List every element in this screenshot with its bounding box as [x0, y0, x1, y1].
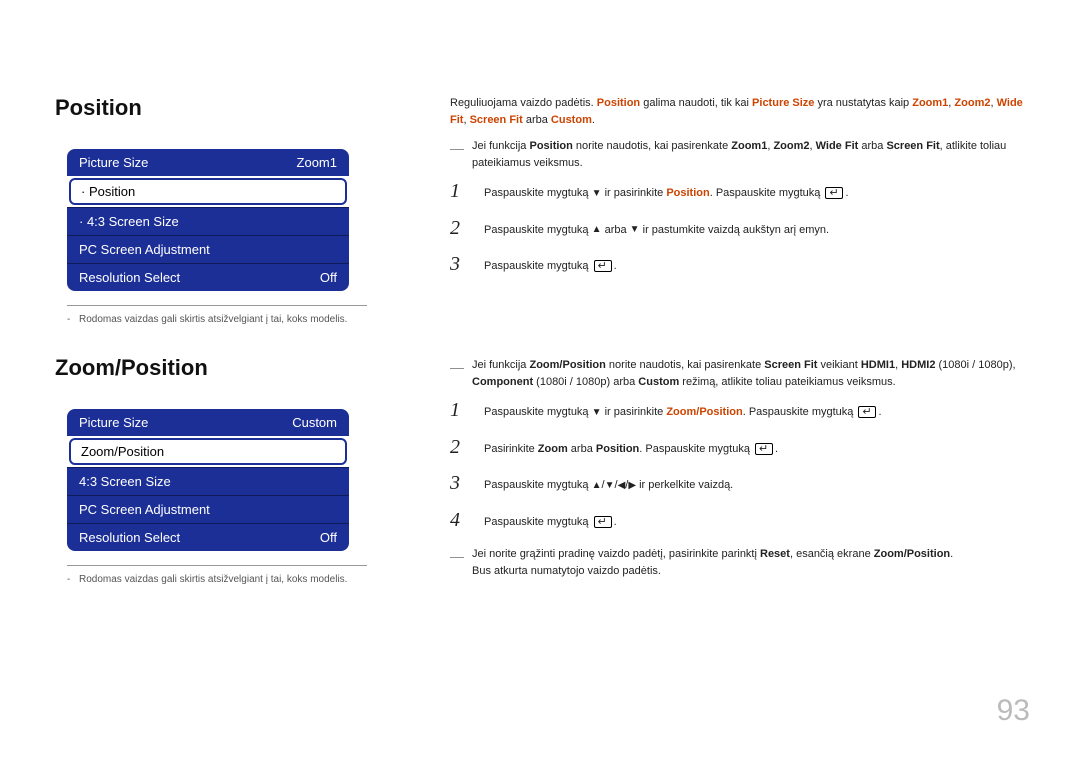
enter-icon: [858, 406, 876, 418]
footnote-zoom-position: -Rodomas vaizdas gali skirtis atsižvelgi…: [67, 565, 367, 585]
page-number: 93: [997, 694, 1030, 728]
step-2: 2 Pasirinkite Zoom arba Position. Paspau…: [450, 437, 1030, 458]
menu-value: Zoom1: [297, 155, 337, 170]
heading-position: Position: [55, 95, 405, 121]
menu-zoom-position: Picture Size Custom Zoom/Position 4:3 Sc…: [67, 409, 349, 551]
step-2: 2 Paspauskite mygtuką ▲ arba ▼ ir pastum…: [450, 218, 1030, 239]
menu-row-picture-size[interactable]: Picture Size Zoom1: [67, 149, 349, 176]
menu-label: Zoom/Position: [81, 444, 164, 459]
triangle-down-icon: ▼: [592, 186, 602, 201]
menu-row-pc-adjust[interactable]: PC Screen Adjustment: [67, 235, 349, 263]
menu-value: Custom: [292, 415, 337, 430]
menu-row-resolution-select[interactable]: Resolution Select Off: [67, 263, 349, 291]
enter-icon: [755, 443, 773, 455]
menu-row-screen-size[interactable]: · 4:3 Screen Size: [67, 207, 349, 235]
tip-zoom-position-1: Jei funkcija Zoom/Position norite naudot…: [450, 357, 1030, 390]
menu-label: Picture Size: [79, 155, 148, 170]
triangle-down-icon: ▼: [605, 478, 615, 493]
menu-value: Off: [320, 270, 337, 285]
step-1: 1 Paspauskite mygtuką ▼ ir pasirinkite Z…: [450, 400, 1030, 421]
step-3: 3 Paspauskite mygtuką .: [450, 254, 1030, 275]
menu-value: Off: [320, 530, 337, 545]
enter-icon: [594, 516, 612, 528]
menu-label: 4:3 Screen Size: [79, 474, 171, 489]
enter-icon: [825, 187, 843, 199]
triangle-up-icon: ▲: [592, 222, 602, 237]
menu-label: Picture Size: [79, 415, 148, 430]
tip-position: Jei funkcija Position norite naudotis, k…: [450, 138, 1030, 171]
triangle-up-icon: ▲: [592, 478, 602, 493]
tip-zoom-position-2: Jei norite grąžinti pradinę vaizdo padėt…: [450, 546, 1030, 579]
menu-row-picture-size[interactable]: Picture Size Custom: [67, 409, 349, 436]
triangle-left-icon: ◀: [618, 478, 626, 493]
steps-position: 1 Paspauskite mygtuką ▼ ir pasirinkite P…: [450, 181, 1030, 275]
menu-row-screen-size[interactable]: 4:3 Screen Size: [67, 467, 349, 495]
triangle-right-icon: ▶: [628, 478, 636, 493]
menu-label: · Position: [81, 184, 135, 199]
menu-row-position-selected[interactable]: · Position: [69, 178, 347, 205]
step-3: 3 Paspauskite mygtuką ▲/▼/◀/▶ ir perkelk…: [450, 473, 1030, 494]
enter-icon: [594, 260, 612, 272]
step-4: 4 Paspauskite mygtuką .: [450, 510, 1030, 531]
menu-label: Resolution Select: [79, 270, 180, 285]
menu-label: PC Screen Adjustment: [79, 242, 210, 257]
menu-row-pc-adjust[interactable]: PC Screen Adjustment: [67, 495, 349, 523]
menu-position: Picture Size Zoom1 · Position · 4:3 Scre…: [67, 149, 349, 291]
menu-label: Resolution Select: [79, 530, 180, 545]
heading-zoom-position: Zoom/Position: [55, 355, 405, 381]
footnote-position: -Rodomas vaizdas gali skirtis atsižvelgi…: [67, 305, 367, 325]
menu-label: · 4:3 Screen Size: [79, 214, 179, 229]
triangle-down-icon: ▼: [630, 222, 640, 237]
step-1: 1 Paspauskite mygtuką ▼ ir pasirinkite P…: [450, 181, 1030, 202]
triangle-down-icon: ▼: [592, 405, 602, 420]
menu-row-resolution-select[interactable]: Resolution Select Off: [67, 523, 349, 551]
steps-zoom-position: 1 Paspauskite mygtuką ▼ ir pasirinkite Z…: [450, 400, 1030, 530]
menu-row-zoom-position-selected[interactable]: Zoom/Position: [69, 438, 347, 465]
intro-position: Reguliuojama vaizdo padėtis. Position ga…: [450, 95, 1030, 128]
menu-label: PC Screen Adjustment: [79, 502, 210, 517]
